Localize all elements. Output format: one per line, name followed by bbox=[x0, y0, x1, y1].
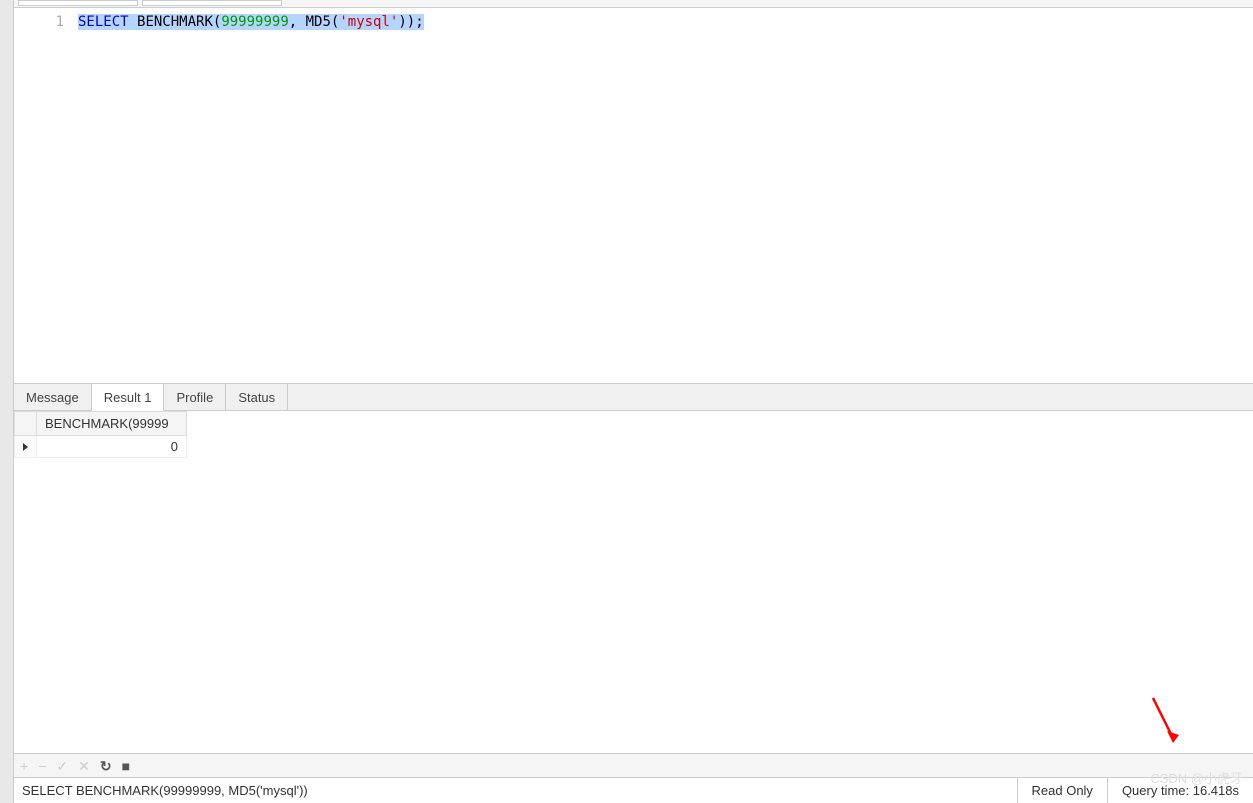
status-query-time: Query time: 16.418s bbox=[1107, 778, 1253, 803]
code-content[interactable]: SELECT BENCHMARK(99999999, MD5('mysql'))… bbox=[74, 8, 1253, 383]
top-toolbar bbox=[14, 0, 1253, 8]
sql-editor[interactable]: 1 SELECT BENCHMARK(99999999, MD5('mysql'… bbox=[14, 8, 1253, 383]
tab-result-1[interactable]: Result 1 bbox=[92, 384, 165, 411]
token-keyword: SELECT bbox=[78, 14, 129, 30]
cancel-button[interactable]: ✕ bbox=[78, 759, 90, 773]
result-grid: BENCHMARK(99999 0 bbox=[14, 411, 187, 458]
add-row-button[interactable]: + bbox=[20, 759, 28, 773]
current-row-arrow-icon bbox=[23, 443, 28, 451]
token-number: 99999999 bbox=[221, 14, 288, 30]
line-number: 1 bbox=[14, 14, 64, 30]
token-function: BENCHMARK bbox=[137, 14, 213, 30]
line-number-gutter: 1 bbox=[14, 8, 74, 383]
stop-button[interactable]: ■ bbox=[122, 759, 130, 773]
results-grid-area[interactable]: BENCHMARK(99999 0 bbox=[14, 411, 1253, 753]
remove-row-button[interactable]: − bbox=[38, 759, 46, 773]
result-tabs: Message Result 1 Profile Status bbox=[14, 383, 1253, 411]
token-semicolon: ; bbox=[415, 14, 423, 30]
cell-value[interactable]: 0 bbox=[37, 436, 187, 458]
column-header[interactable]: BENCHMARK(99999 bbox=[37, 412, 187, 436]
tab-message[interactable]: Message bbox=[14, 384, 92, 410]
row-marker bbox=[15, 436, 37, 458]
left-gutter bbox=[0, 0, 14, 803]
status-readonly: Read Only bbox=[1017, 778, 1107, 803]
token-paren: ) bbox=[407, 14, 415, 30]
table-header-row: BENCHMARK(99999 bbox=[15, 412, 187, 436]
grid-toolbar: + − ✓ ✕ ↻ ■ bbox=[14, 753, 1253, 777]
toolbar-dropdown-1[interactable] bbox=[18, 0, 138, 6]
token-comma: , bbox=[289, 14, 306, 30]
apply-button[interactable]: ✓ bbox=[56, 759, 68, 773]
table-row[interactable]: 0 bbox=[15, 436, 187, 458]
token-space bbox=[129, 14, 137, 30]
row-marker-header bbox=[15, 412, 37, 436]
tab-profile[interactable]: Profile bbox=[164, 384, 226, 410]
status-bar: SELECT BENCHMARK(99999999, MD5('mysql'))… bbox=[14, 777, 1253, 803]
token-function: MD5 bbox=[306, 14, 331, 30]
refresh-button[interactable]: ↻ bbox=[100, 759, 112, 773]
token-paren: ) bbox=[398, 14, 406, 30]
toolbar-dropdown-2[interactable] bbox=[142, 0, 282, 6]
status-query-text: SELECT BENCHMARK(99999999, MD5('mysql')) bbox=[14, 783, 1017, 798]
token-string: 'mysql' bbox=[339, 14, 398, 30]
tab-status[interactable]: Status bbox=[226, 384, 288, 410]
